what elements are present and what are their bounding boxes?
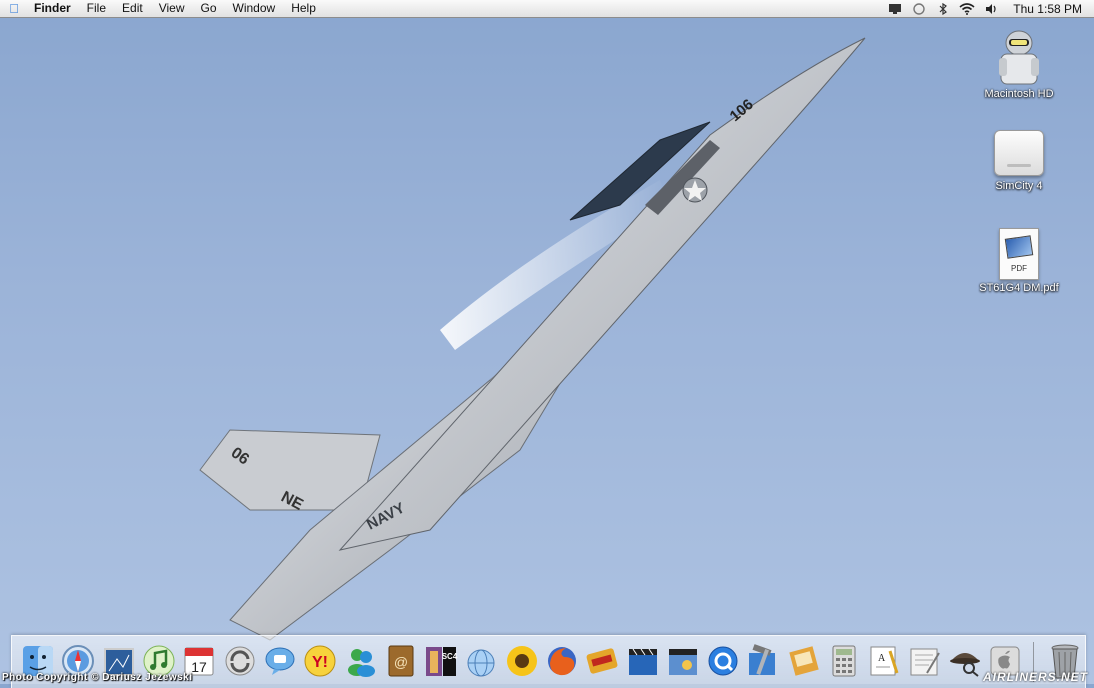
desktop-icon-pdf[interactable]: PDF ST61G4 DM.pdf: [974, 224, 1064, 294]
dock-xcode[interactable]: [743, 640, 783, 682]
pages-icon: [910, 648, 940, 676]
sync-icon[interactable]: [909, 0, 929, 17]
firefox-icon: [548, 647, 576, 676]
dock-scrapbook[interactable]: [784, 640, 824, 682]
disk-image-icon: [994, 130, 1044, 176]
svg-text:A: A: [878, 653, 886, 664]
dock-network-utility[interactable]: [461, 640, 501, 682]
dock-simcity-4[interactable]: SC4: [421, 640, 461, 682]
apple-icon[interactable]: : [0, 1, 28, 16]
dock-iphoto-slideshow[interactable]: [663, 640, 703, 682]
menu-help[interactable]: Help: [283, 0, 324, 17]
display-icon[interactable]: [885, 0, 905, 17]
menu-window[interactable]: Window: [225, 0, 284, 17]
menu-file[interactable]: File: [79, 0, 114, 17]
menu-edit[interactable]: Edit: [114, 0, 151, 17]
sherlock-icon: [949, 653, 980, 677]
desktop-icon-label: ST61G4 DM.pdf: [979, 282, 1059, 294]
scrapbook-icon: [789, 646, 819, 676]
quicktime-icon: [708, 646, 738, 676]
sync-icon: [225, 646, 255, 676]
dock-sherlock[interactable]: [945, 640, 985, 682]
menu-bar:  Finder File Edit View Go Window Help T…: [0, 0, 1094, 18]
dock-calculator[interactable]: [824, 640, 864, 682]
menu-go[interactable]: Go: [193, 0, 225, 17]
menu-view[interactable]: View: [151, 0, 193, 17]
dock-pages[interactable]: [905, 640, 945, 682]
dock-address-book[interactable]: @: [381, 640, 421, 682]
simcity-icon: SC4: [426, 647, 458, 676]
wifi-icon[interactable]: [957, 0, 977, 17]
volume-icon[interactable]: [981, 0, 1001, 17]
dock-quicktime[interactable]: [703, 640, 743, 682]
watermark: AIRLINERS.NET: [982, 670, 1088, 684]
desktop-icon-label: Macintosh HD: [984, 88, 1054, 100]
desktop-icon-simcity-4[interactable]: SimCity 4: [974, 122, 1064, 192]
ichat-icon: [265, 647, 295, 675]
globe-icon: [467, 649, 495, 677]
hard-drive-icon: [991, 28, 1047, 86]
textedit-icon: A: [870, 646, 899, 676]
calendar-date: 17: [192, 659, 208, 675]
dock-isync[interactable]: [219, 640, 259, 682]
svg-text:Y!: Y!: [312, 654, 328, 671]
calculator-icon: [832, 645, 856, 677]
dock-msn-messenger[interactable]: [340, 640, 380, 682]
yahoo-messenger-icon: Y!: [304, 645, 336, 677]
dock-quicken[interactable]: [582, 640, 622, 682]
clapper-icon: [628, 648, 657, 675]
address-book-icon: @: [388, 645, 414, 677]
dock-ichat[interactable]: [260, 640, 300, 682]
clapper-photo-icon: [668, 649, 697, 675]
pdf-tag: PDF: [1011, 264, 1027, 273]
svg-text:@: @: [394, 654, 408, 670]
dock-imovie[interactable]: [622, 640, 662, 682]
dock-firefox[interactable]: [542, 640, 582, 682]
desktop-icon-macintosh-hd[interactable]: Macintosh HD: [974, 28, 1064, 100]
desktop-icon-label: SimCity 4: [995, 180, 1043, 192]
dock-sunflower[interactable]: [502, 640, 542, 682]
menu-finder[interactable]: Finder: [28, 0, 79, 17]
pdf-document-icon: PDF: [999, 228, 1039, 280]
dock-textedit[interactable]: A: [864, 640, 904, 682]
sunflower-icon: [506, 646, 537, 676]
menubar-clock[interactable]: Thu 1:58 PM: [1003, 2, 1094, 16]
msn-messenger-icon: [347, 649, 375, 677]
jet-wallpaper-image: 06 106 NE NAVY: [199, 37, 866, 641]
simcity-label: SC4: [442, 652, 458, 661]
bluetooth-icon[interactable]: [933, 0, 953, 17]
xcode-hammer-icon: [749, 644, 776, 675]
photo-credit: Photo Copyright © Dariusz Jezewski: [2, 672, 193, 683]
quicken-icon: [586, 648, 618, 674]
dock-yahoo-messenger[interactable]: Y!: [300, 640, 340, 682]
